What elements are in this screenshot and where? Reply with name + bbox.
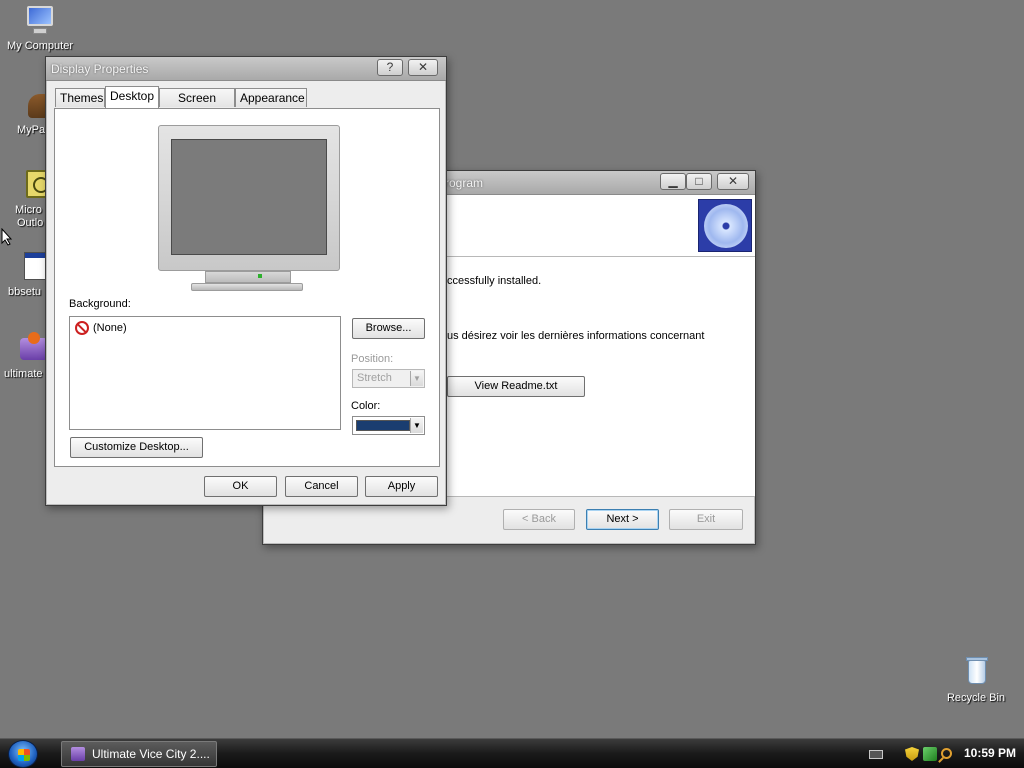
- security-shield-icon[interactable]: [905, 747, 919, 761]
- desktop-icon-recycle-bin[interactable]: Recycle Bin: [936, 656, 1016, 705]
- next-button[interactable]: Next >: [586, 509, 659, 530]
- maximize-icon: □: [695, 174, 703, 188]
- clock[interactable]: 10:59 PM: [964, 746, 1016, 760]
- install-complete-text: ccessfully installed.: [447, 275, 542, 287]
- apply-button[interactable]: Apply: [365, 476, 438, 497]
- tab-screen-saver[interactable]: Screen Saver: [159, 88, 235, 123]
- taskbar: Ultimate Vice City 2.... 10:59 PM: [0, 738, 1024, 768]
- cancel-button[interactable]: Cancel: [285, 476, 358, 497]
- windows-logo-icon: [18, 749, 30, 761]
- desktop-icon-label: Recycle Bin: [946, 692, 1006, 704]
- computer-icon: [23, 4, 57, 38]
- monitor-stand: [205, 271, 291, 283]
- minimize-icon: ▁: [668, 174, 678, 188]
- customize-desktop-button[interactable]: Customize Desktop...: [70, 437, 203, 458]
- background-label: Background:: [69, 298, 131, 310]
- monitor-preview: [158, 125, 340, 271]
- close-icon: ✕: [417, 60, 429, 74]
- color-picker[interactable]: ▼: [352, 416, 425, 435]
- monitor-base: [191, 283, 303, 291]
- installer-icon: [71, 747, 85, 761]
- network-icon[interactable]: [923, 747, 937, 761]
- position-value: Stretch: [357, 372, 392, 384]
- display-properties-window[interactable]: Display Properties ? ✕ Themes Desktop Sc…: [45, 56, 447, 506]
- desktop-tab-panel: Background: (None) Browse... Position: S…: [54, 108, 440, 467]
- exit-button[interactable]: Exit: [669, 509, 743, 530]
- close-icon: ✕: [727, 174, 739, 188]
- taskbar-item-ultimate-vice-city[interactable]: Ultimate Vice City 2....: [61, 741, 217, 767]
- back-button[interactable]: < Back: [503, 509, 575, 530]
- help-icon: ?: [386, 60, 394, 74]
- installer-title: rogram: [445, 176, 484, 190]
- window-title: Display Properties: [51, 62, 149, 76]
- list-item[interactable]: (None): [75, 320, 127, 336]
- position-label: Position:: [351, 353, 394, 365]
- recycle-bin-icon: [959, 656, 993, 690]
- list-item-label: (None): [93, 322, 127, 334]
- minimize-button[interactable]: ▁: [660, 173, 686, 190]
- cd-disc-icon: [698, 199, 752, 252]
- preview-screen: [171, 139, 327, 255]
- keyboard-icon[interactable]: [869, 750, 883, 759]
- ok-button[interactable]: OK: [204, 476, 277, 497]
- chevron-down-icon: ▼: [410, 371, 423, 386]
- color-label: Color:: [351, 400, 381, 412]
- none-icon: [75, 321, 89, 335]
- tab-themes[interactable]: Themes: [55, 88, 105, 107]
- help-button[interactable]: ?: [377, 59, 403, 76]
- browse-button[interactable]: Browse...: [352, 318, 425, 339]
- close-button[interactable]: ✕: [408, 59, 438, 76]
- readme-prompt-text: us désirez voir les dernières informatio…: [447, 330, 705, 342]
- taskbar-item-label: Ultimate Vice City 2....: [92, 747, 210, 761]
- desktop-icon-my-computer[interactable]: My Computer: [0, 4, 80, 53]
- tab-desktop[interactable]: Desktop: [105, 86, 159, 108]
- chevron-down-icon: ▼: [410, 418, 423, 433]
- view-readme-button[interactable]: View Readme.txt: [447, 376, 585, 397]
- close-button[interactable]: ✕: [717, 173, 749, 190]
- display-properties-titlebar[interactable]: Display Properties ? ✕: [46, 57, 446, 81]
- search-icon[interactable]: [941, 748, 952, 759]
- position-select[interactable]: Stretch ▼: [352, 369, 425, 388]
- desktop-icon-label: My Computer: [6, 40, 74, 52]
- tab-appearance[interactable]: Appearance: [235, 88, 307, 107]
- background-list[interactable]: (None): [69, 316, 341, 430]
- color-swatch: [356, 420, 410, 431]
- start-button[interactable]: [8, 740, 38, 768]
- maximize-button[interactable]: □: [686, 173, 712, 190]
